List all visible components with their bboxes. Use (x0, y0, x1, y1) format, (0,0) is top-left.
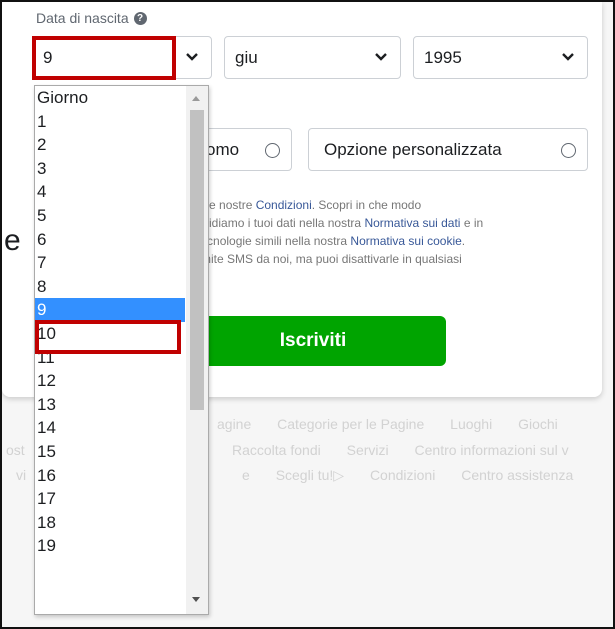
day-option[interactable]: 11 (35, 346, 185, 370)
day-option[interactable]: 15 (35, 440, 185, 464)
footer-link[interactable]: Scegli tu!▷ (276, 467, 344, 483)
day-option[interactable]: 10 (35, 322, 185, 346)
gender-option-custom[interactable]: Opzione personalizzata (308, 128, 588, 171)
chevron-down-icon (186, 53, 198, 61)
day-option[interactable]: 7 (35, 251, 185, 275)
footer-links-row: ost Raccolta fondi Servizi Centro inform… (6, 442, 591, 458)
footer-link[interactable]: Giochi (518, 416, 558, 432)
chevron-down-icon (375, 53, 387, 61)
scroll-down-arrow-icon[interactable] (192, 597, 200, 602)
day-option[interactable]: 2 (35, 133, 185, 157)
terms-text-part: e in (460, 216, 484, 230)
day-select[interactable]: 9 (32, 36, 212, 79)
footer-link[interactable]: Centro informazioni sul v (415, 442, 569, 458)
terms-text-part: tramite SMS da noi, ma puoi disattivarle… (187, 252, 462, 266)
day-option[interactable]: 12 (35, 369, 185, 393)
footer-links-row: agine Categorie per le Pagine Luoghi Gio… (217, 416, 580, 432)
terms-text: etti le nostre Condizioni. Scopri in che… (187, 196, 597, 268)
scroll-up-arrow-icon[interactable] (192, 96, 200, 101)
footer-link[interactable]: agine (217, 416, 251, 432)
footer-link[interactable]: Categorie per le Pagine (277, 416, 424, 432)
gender-option-label: omo (206, 140, 240, 159)
day-option[interactable]: 8 (35, 275, 185, 299)
radio-button[interactable] (561, 143, 576, 158)
day-option[interactable]: 14 (35, 416, 185, 440)
day-option[interactable]: 3 (35, 157, 185, 181)
day-option[interactable]: 13 (35, 393, 185, 417)
day-option[interactable]: 1 (35, 110, 185, 134)
month-select[interactable]: giu (224, 36, 401, 79)
year-select-value: 1995 (424, 48, 462, 67)
day-option[interactable]: 19 (35, 534, 185, 558)
day-option[interactable]: 5 (35, 204, 185, 228)
day-options: Giorno 1 2 3 4 5 6 7 8 9 10 11 12 13 14 15 16 17 18 19 (35, 86, 208, 558)
day-option[interactable]: 9 (35, 298, 185, 322)
partial-text: e (4, 224, 21, 257)
day-option[interactable]: 16 (35, 464, 185, 488)
terms-link[interactable]: Condizioni (256, 198, 312, 212)
question-icon[interactable]: ? (133, 11, 147, 25)
gender-option-label: Opzione personalizzata (324, 140, 502, 159)
terms-text-part: e tecnologie simili nella nostra (187, 234, 351, 248)
day-option[interactable]: 4 (35, 180, 185, 204)
day-select-value: 9 (43, 48, 53, 67)
screenshot-frame: Data di nascita ? 9 giu 1995 omo Opzione… (0, 0, 615, 629)
footer-link[interactable]: Servizi (347, 442, 389, 458)
cookie-policy-link[interactable]: Normativa sui cookie (350, 234, 461, 248)
footer-link[interactable]: Luoghi (450, 416, 492, 432)
terms-text-part: ndividiamo i tuoi dati nella nostra (187, 216, 365, 230)
day-option[interactable]: 17 (35, 487, 185, 511)
signup-button[interactable]: Iscriviti (180, 316, 446, 366)
year-select[interactable]: 1995 (413, 36, 588, 79)
footer-links-row: vi e Scegli tu!▷ Condizioni Centro assis… (16, 467, 595, 484)
radio-button[interactable] (265, 143, 280, 158)
month-select-value: giu (235, 48, 258, 67)
footer-link[interactable]: vi (16, 467, 26, 483)
data-policy-link[interactable]: Normativa sui dati (364, 216, 460, 230)
footer-link[interactable]: ost (6, 442, 25, 458)
dob-label-row: Data di nascita ? (36, 10, 147, 26)
scrollbar[interactable] (186, 86, 208, 614)
footer-link[interactable]: Raccolta fondi (232, 442, 321, 458)
chevron-down-icon (562, 53, 574, 61)
footer-link[interactable]: Condizioni (370, 467, 435, 483)
footer-link[interactable]: e (242, 467, 250, 483)
day-option[interactable]: 18 (35, 511, 185, 535)
terms-text-part: . (461, 234, 466, 248)
day-dropdown-list[interactable]: Giorno 1 2 3 4 5 6 7 8 9 10 11 12 13 14 15 16 17 18 19 (34, 85, 209, 615)
footer-link[interactable]: Centro assistenza (461, 467, 573, 483)
day-option-placeholder[interactable]: Giorno (35, 86, 185, 110)
dob-label: Data di nascita (36, 10, 129, 26)
scrollbar-thumb[interactable] (190, 110, 204, 410)
terms-text-part: . Scopri in che modo (311, 198, 422, 212)
day-option[interactable]: 6 (35, 228, 185, 252)
